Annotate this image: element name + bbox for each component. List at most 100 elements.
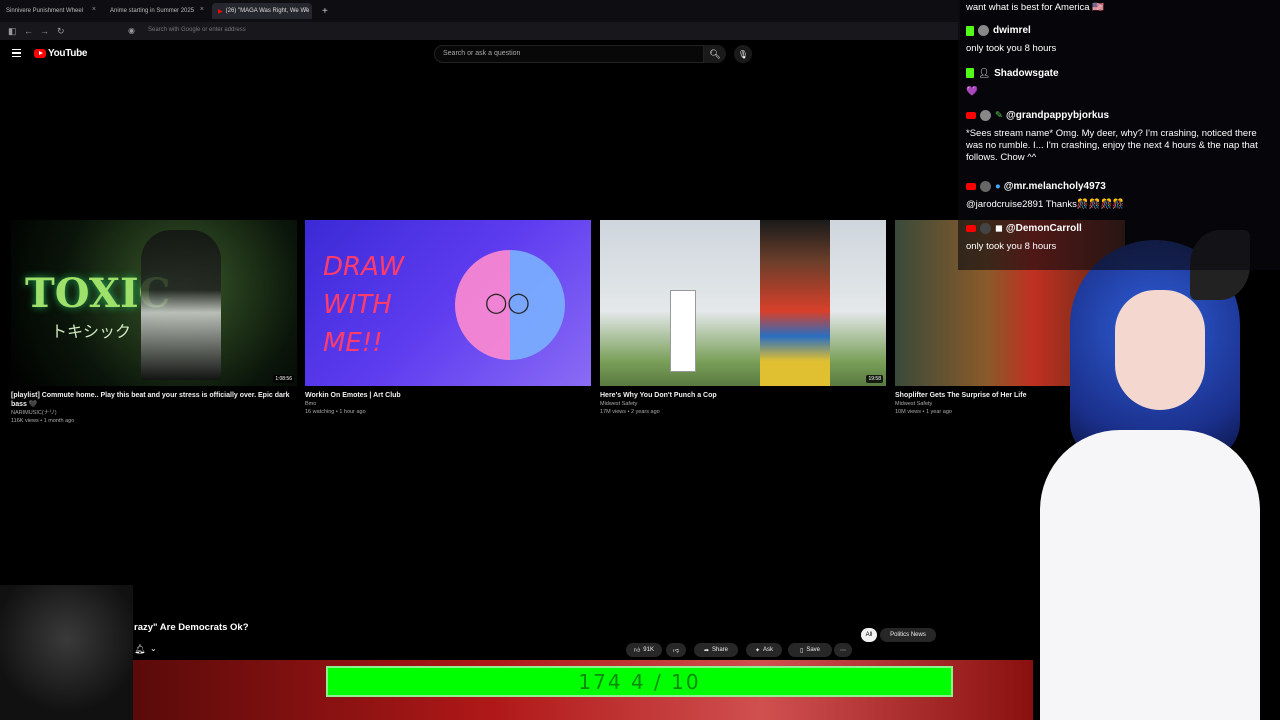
avatar [980, 181, 991, 192]
chat-message: 👤︎ Shadowsgate [966, 68, 1059, 80]
save-label: Save [806, 647, 820, 653]
reload-icon[interactable]: ↻ [57, 26, 65, 37]
user-icon: 👤︎ [978, 68, 991, 79]
address-input[interactable]: Search with Google or enter address [148, 27, 246, 33]
video-meta: 116K views • 1 month ago [11, 418, 75, 424]
youtube-header: YouTube Search or ask a question 🔍︎ 🎙︎ [0, 40, 960, 70]
tab-anime-summer[interactable]: Anime starting in Summer 2025 × [104, 3, 208, 19]
like-button[interactable]: 👍︎ 91K [626, 643, 662, 657]
ask-button[interactable]: ✦ Ask [746, 643, 782, 657]
youtube-logo-text[interactable]: YouTube [48, 48, 88, 59]
browser-tab-bar: Sinnivere Punishment Wheel × Anime start… [0, 0, 960, 22]
avatar-body [1040, 430, 1260, 720]
search-input[interactable]: Search or ask a question [434, 45, 704, 63]
video-thumbnail[interactable]: 19:58 [600, 220, 886, 386]
kick-icon [966, 25, 974, 36]
chat-message: dwimrel [966, 25, 1031, 37]
tab-punishment-wheel[interactable]: Sinnivere Punishment Wheel × [0, 3, 100, 19]
video-thumbnail[interactable]: TOXIC トキシック 1:08:56 [11, 220, 297, 386]
tab-label: (26) "MAGA Was Right, We We [225, 8, 310, 14]
youtube-logo-icon[interactable] [34, 49, 46, 58]
leaf-icon: ✎ [995, 110, 1003, 122]
bell-icon[interactable]: 🔔︎ [134, 644, 145, 655]
chat-text: @jarodcruise2891 Thanks🎊🎊🎊🎊 [966, 199, 1125, 210]
tab-youtube-active[interactable]: ▶ (26) "MAGA Was Right, We We × [212, 3, 312, 19]
chat-text: want what is best for America 🇺🇸 [966, 2, 1105, 13]
chat-username: @grandpappybjorkus [1005, 110, 1110, 122]
dislike-button[interactable]: 👎︎ [666, 643, 686, 657]
avatar [980, 110, 991, 121]
video-card[interactable]: TOXIC トキシック 1:08:56 [playlist] Commute h… [11, 220, 297, 425]
thumbnail-subtitle-text: トキシック [51, 324, 132, 341]
share-button[interactable]: ➦ Share [694, 643, 738, 657]
kick-icon [966, 68, 974, 79]
more-icon: ⋯ [840, 647, 846, 654]
youtube-icon [966, 225, 976, 232]
chat-text: 💜 [966, 86, 978, 97]
close-tab-icon[interactable]: × [92, 6, 96, 13]
thumbs-up-icon: 👍︎ [634, 648, 641, 654]
character-art-panel [0, 585, 133, 720]
video-title-partial: razy" Are Democrats Ok? [134, 622, 249, 633]
chip-politics-news[interactable]: Politics News [880, 628, 936, 642]
verified-icon: ◼ [995, 223, 1003, 235]
youtube-icon [966, 112, 976, 119]
share-icon: ➦ [703, 647, 709, 654]
chat-message: ◼ @DemonCarroll [966, 223, 1082, 235]
channel-name[interactable]: NARIMUSIC(ナリ) [11, 409, 297, 417]
video-meta: 16 watching • 1 hour ago [305, 409, 366, 415]
mic-icon[interactable]: 🎙︎ [734, 45, 752, 63]
hamburger-menu-icon[interactable] [12, 49, 21, 57]
video-title[interactable]: Workin On Emotes | Art Club [305, 391, 591, 400]
ask-label: Ask [763, 647, 774, 653]
video-title[interactable]: [playlist] Commute home.. Play this beat… [11, 391, 297, 409]
chip-all[interactable]: All [861, 628, 877, 642]
thumbnail-door [670, 290, 696, 372]
more-actions-button[interactable]: ⋯ [834, 643, 852, 657]
duration-badge: 1:08:56 [273, 375, 294, 383]
back-icon[interactable]: ← [24, 26, 33, 36]
chat-message: ✎ @grandpappybjorkus [966, 110, 1109, 122]
close-tab-icon[interactable]: × [200, 6, 204, 13]
tab-label: Anime starting in Summer 2025 [110, 8, 195, 14]
avatar [980, 223, 991, 234]
chat-username: Shadowsgate [994, 68, 1059, 79]
vtuber-avatar [1040, 230, 1280, 720]
progress-counter-bar: 174 4 / 10 [326, 666, 953, 697]
thumbnail-title-text: DRAW WITH ME!! [323, 252, 405, 358]
member-badge-icon: ● [995, 181, 1001, 193]
thumbnail-character-art [141, 230, 221, 380]
forward-icon[interactable]: → [40, 26, 49, 36]
video-meta: 17M views • 2 years ago [600, 409, 660, 415]
bookmark-icon: ▯ [800, 647, 804, 654]
channel-name[interactable]: Midwest Safety [600, 400, 886, 408]
chat-text: *Sees stream name* Omg. My deer, why? I'… [966, 128, 1258, 163]
thumbnail-person [760, 220, 830, 386]
chat-username: @mr.melancholy4973 [1003, 181, 1106, 193]
video-card[interactable]: DRAW WITH ME!! ◯◯ Workin On Emotes | Art… [305, 220, 591, 416]
channel-name[interactable]: Bmo [305, 400, 591, 408]
thumbs-down-icon: 👎︎ [672, 648, 680, 654]
chat-username: @DemonCarroll [1005, 223, 1082, 235]
video-thumbnail[interactable]: DRAW WITH ME!! ◯◯ [305, 220, 591, 386]
video-card[interactable]: 19:58 Here's Why You Don't Punch a Cop M… [600, 220, 886, 416]
save-button[interactable]: ▯ Save [788, 643, 832, 657]
chat-message: want what is best for America 🇺🇸 [966, 2, 1104, 14]
youtube-favicon-icon: ▶ [218, 8, 223, 15]
duration-badge: 19:58 [866, 375, 883, 383]
search-icon[interactable]: 🔍︎ [704, 45, 726, 63]
chevron-down-icon[interactable]: ⌄ [150, 644, 157, 653]
browser-toolbar: ◧ ← → ↻ ◉ Search with Google or enter ad… [0, 22, 960, 40]
chat-username: dwimrel [993, 25, 1031, 37]
new-tab-icon[interactable]: + [316, 3, 332, 19]
sparkle-icon: ✦ [754, 647, 760, 654]
chat-text: only took you 8 hours [966, 241, 1057, 252]
video-title[interactable]: Here's Why You Don't Punch a Cop [600, 391, 886, 400]
sidebar-toggle-icon[interactable]: ◧ [8, 26, 17, 37]
close-tab-icon[interactable]: × [304, 6, 308, 13]
glasses-icon: ◯◯ [485, 292, 530, 314]
like-count: 91K [643, 647, 654, 653]
tab-label: Sinnivere Punishment Wheel [6, 8, 84, 14]
search-engine-icon[interactable]: ◉ [128, 26, 135, 35]
stream-chat-overlay: want what is best for America 🇺🇸 dwimrel… [958, 0, 1280, 270]
